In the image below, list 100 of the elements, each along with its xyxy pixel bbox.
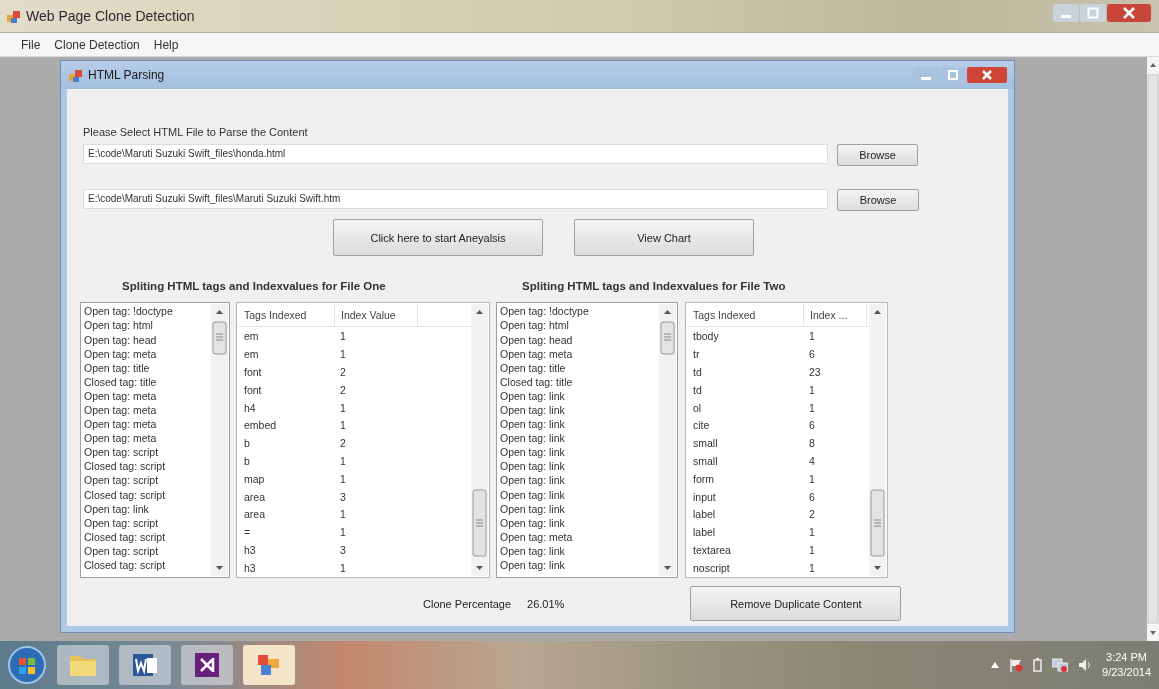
- table-cell-text: em: [243, 329, 260, 345]
- table-cell-text: 1: [808, 382, 816, 398]
- tag-list[interactable]: [80, 302, 230, 579]
- list-item[interactable]: Open tag: link: [500, 431, 659, 446]
- table-cell-text: 2: [339, 436, 347, 452]
- list-item[interactable]: Open tag: script: [84, 473, 211, 488]
- word-icon[interactable]: [119, 645, 171, 686]
- table-cell-text: 2: [808, 507, 816, 523]
- list-item[interactable]: Open tag: head: [84, 332, 211, 347]
- list-item[interactable]: Open tag: link: [500, 515, 659, 530]
- column-header[interactable]: Tags Indexed: [687, 304, 804, 327]
- list-item[interactable]: Open tag: link: [500, 487, 659, 502]
- section-heading: Spliting HTML tags and Indexvalues for File One: [121, 280, 387, 295]
- list-item[interactable]: Open tag: link: [500, 543, 659, 559]
- battery-icon[interactable]: [1033, 658, 1043, 673]
- table-cell-text: label: [692, 507, 717, 523]
- table-cell-text: 1: [339, 400, 347, 416]
- list-item[interactable]: Open tag: html: [84, 318, 211, 333]
- menu-item[interactable]: File: [21, 35, 41, 54]
- start-icon[interactable]: [7, 645, 47, 686]
- table-cell-text: 1: [339, 418, 347, 434]
- column-header[interactable]: Index ...: [804, 304, 867, 327]
- browse-button[interactable]: Browse: [837, 189, 919, 212]
- table-cell-text: 1: [339, 525, 347, 541]
- list-item[interactable]: Open tag: meta: [84, 417, 211, 432]
- list-item[interactable]: Closed tag: script: [84, 459, 211, 474]
- table-cell-text: 6: [808, 347, 816, 363]
- app-icon[interactable]: [243, 645, 295, 686]
- column-header[interactable]: Tags Indexed: [238, 304, 335, 327]
- network-icon[interactable]: [1052, 658, 1069, 673]
- table-cell-text: 6: [808, 489, 816, 505]
- table-cell-text: noscript: [692, 560, 731, 576]
- table-cell-text: area: [243, 489, 266, 505]
- remove-duplicate-button[interactable]: Remove Duplicate Content: [690, 586, 902, 622]
- list-item[interactable]: Open tag: link: [500, 445, 659, 460]
- table-cell-text: textarea: [692, 542, 732, 558]
- list-item[interactable]: Open tag: meta: [84, 388, 211, 403]
- table-cell-text: 1: [339, 347, 347, 363]
- list-item[interactable]: Closed tag: title: [84, 374, 211, 389]
- app-icon: [6, 8, 21, 24]
- menu-item[interactable]: Clone Detection: [54, 35, 140, 54]
- table-cell-text: 1: [339, 453, 347, 469]
- folder-icon[interactable]: [57, 645, 109, 686]
- menu-item[interactable]: Help: [153, 35, 179, 54]
- list-item[interactable]: Open tag: meta: [84, 403, 211, 418]
- close-icon[interactable]: [1107, 4, 1151, 22]
- file-path-field[interactable]: E:\code\Maruti Suzuki Swift_files\honda.html: [83, 143, 828, 164]
- list-item[interactable]: Open tag: script: [84, 543, 211, 559]
- table-cell-text: area: [243, 507, 266, 523]
- list-item[interactable]: Open tag: link: [500, 403, 659, 418]
- file-path-field[interactable]: E:\code\Maruti Suzuki Swift_files\Maruti Suzuki Swift.htm: [83, 188, 828, 209]
- list-item[interactable]: Open tag: link: [500, 459, 659, 474]
- list-item[interactable]: Open tag: script: [84, 515, 211, 530]
- list-item[interactable]: Open tag: script: [84, 445, 211, 460]
- list-item[interactable]: Closed tag: script: [84, 529, 211, 544]
- table-cell-text: h3: [243, 560, 257, 576]
- view-chart-button[interactable]: View Chart: [574, 219, 754, 257]
- table-cell-text: em: [243, 347, 260, 363]
- list-item[interactable]: Closed tag: script: [84, 558, 211, 573]
- close-icon[interactable]: [967, 67, 1007, 84]
- flag-icon[interactable]: [1009, 658, 1024, 673]
- browse-button[interactable]: Browse: [837, 144, 918, 167]
- table-cell-text: embed: [243, 418, 278, 434]
- window-title: HTML Parsing: [88, 68, 165, 83]
- list-item[interactable]: Open tag: title: [500, 360, 659, 375]
- table-cell-text: h3: [243, 542, 257, 558]
- table-cell-text: 1: [339, 507, 347, 523]
- list-item[interactable]: Open tag: !doctype: [500, 304, 659, 319]
- list-item[interactable]: Closed tag: title: [500, 374, 659, 389]
- table-cell-text: 1: [339, 471, 347, 487]
- table-cell-text: 1: [808, 525, 816, 541]
- start-analysis-button[interactable]: Click here to start Aneyalsis: [333, 219, 543, 257]
- table-cell-text: 1: [339, 329, 347, 345]
- list-item[interactable]: Open tag: html: [500, 318, 659, 333]
- list-item[interactable]: Open tag: link: [500, 473, 659, 488]
- list-item[interactable]: Open tag: link: [500, 388, 659, 403]
- visual-studio-icon[interactable]: [181, 645, 233, 686]
- table-cell-text: 2: [339, 364, 347, 380]
- table-cell-text: 1: [808, 329, 816, 345]
- list-item[interactable]: Open tag: meta: [84, 346, 211, 361]
- tag-list[interactable]: [496, 302, 678, 579]
- list-item[interactable]: Open tag: !doctype: [84, 304, 211, 319]
- list-item[interactable]: Open tag: title: [84, 360, 211, 375]
- clone-percentage-value: 26.01%: [527, 597, 565, 610]
- list-item[interactable]: Open tag: link: [84, 501, 211, 516]
- column-header[interactable]: Index Value: [335, 304, 418, 327]
- table-cell-text: 1: [808, 542, 816, 558]
- list-item[interactable]: Open tag: meta: [84, 431, 211, 446]
- list-item[interactable]: Open tag: link: [500, 558, 659, 573]
- list-item[interactable]: Open tag: link: [500, 501, 659, 516]
- list-item[interactable]: Open tag: meta: [500, 529, 659, 544]
- table-cell-text: font: [243, 364, 263, 380]
- list-item[interactable]: Open tag: meta: [500, 346, 659, 361]
- list-item[interactable]: Open tag: head: [500, 332, 659, 347]
- clock[interactable]: 3:24 PM 9/23/2014: [1102, 650, 1151, 681]
- show-hidden-icons-icon[interactable]: [991, 662, 1000, 669]
- speaker-icon[interactable]: [1078, 658, 1093, 673]
- list-item[interactable]: Open tag: link: [500, 417, 659, 432]
- list-item[interactable]: Closed tag: script: [84, 487, 211, 502]
- table-cell-text: b: [243, 436, 251, 452]
